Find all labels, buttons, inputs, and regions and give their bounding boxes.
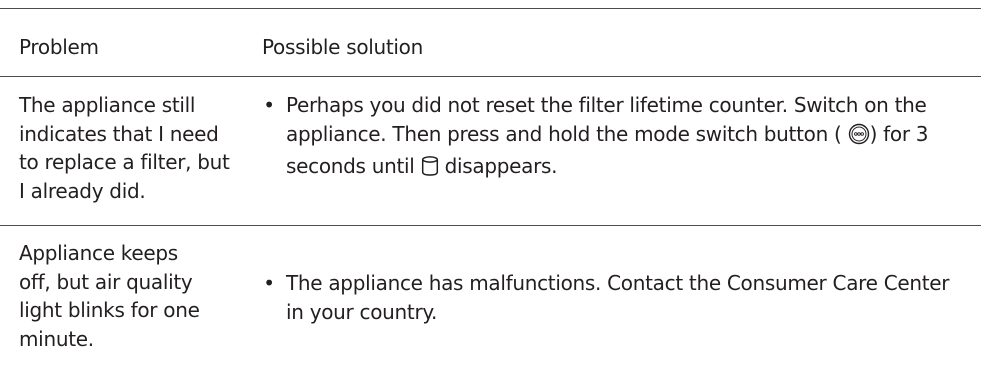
header-possible-solution: Possible solution xyxy=(262,35,423,59)
row-1-problem-line: I already did. xyxy=(19,178,146,203)
row-1-problem-line: indicates that I need xyxy=(19,121,219,146)
row-2-problem-line: Appliance keeps xyxy=(19,241,178,265)
row-2-problem-line: light blinks for one xyxy=(19,298,200,322)
filter-icon xyxy=(421,155,439,185)
row-2-problem-line: off, but air quality xyxy=(19,269,193,294)
header-problem: Problem xyxy=(19,35,99,59)
row-1-solution-text-part3: disappears. xyxy=(444,154,558,178)
row-1-problem-line: The appliance still xyxy=(19,93,196,117)
row-2-solution-text: The appliance has malfunctions. Contact … xyxy=(286,271,950,324)
row-2-problem-line: minute. xyxy=(19,326,94,351)
header-rule xyxy=(0,76,981,77)
row-1-problem: The appliance still indicates that I nee… xyxy=(19,91,254,205)
bullet: • xyxy=(263,93,275,117)
row-2-problem: Appliance keeps off, but air quality lig… xyxy=(19,239,254,353)
row-1-problem-line: to replace a filter, but xyxy=(19,150,230,174)
bullet: • xyxy=(263,271,275,295)
table-top-rule xyxy=(0,8,981,9)
row-2-solution: • The appliance has malfunctions. Contac… xyxy=(262,269,972,326)
mode-switch-button-icon xyxy=(848,123,870,153)
row-1-solution: • Perhaps you did not reset the filter l… xyxy=(262,91,972,185)
row-1-solution-text-part1: Perhaps you did not reset the filter lif… xyxy=(286,93,927,146)
row-1-rule xyxy=(0,225,981,226)
